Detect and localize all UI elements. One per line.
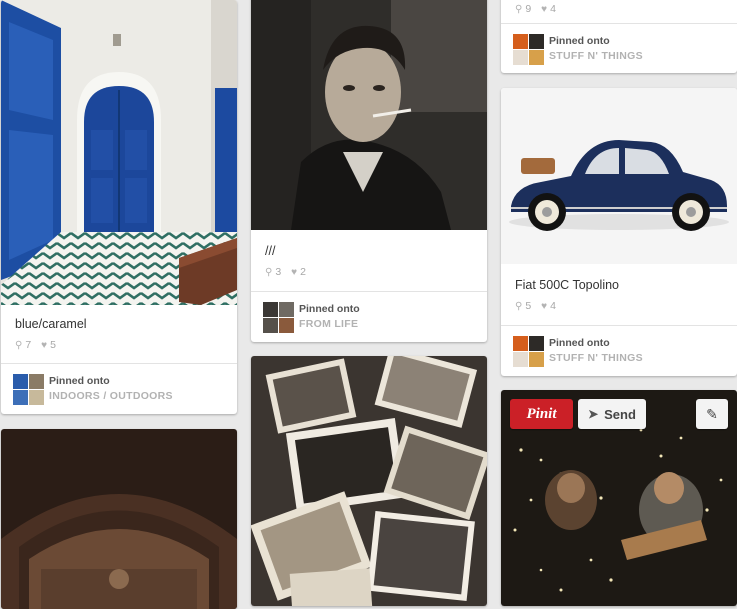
pin-card-concert[interactable]: Pinit ➤ Send ✎ (501, 390, 737, 606)
send-button[interactable]: ➤ Send (578, 399, 646, 429)
blue-door-photo (1, 0, 237, 305)
repin-count: ⚲ 3 (265, 266, 282, 278)
pin-image-stone-arch[interactable] (1, 429, 237, 609)
pushpin-icon: ⚲ (515, 3, 523, 15)
pinned-onto-label: Pinned onto (549, 35, 610, 47)
pushpin-icon: ⚲ (265, 266, 273, 278)
board-attribution[interactable]: Pinned onto STUFF N' THINGS (513, 34, 643, 65)
like-count: ♥ 4 (541, 3, 556, 15)
heart-icon: ♥ (291, 266, 298, 278)
stone-arch-photo (1, 429, 237, 609)
board-thumbnails (13, 374, 44, 405)
divider (1, 363, 237, 364)
board-attribution[interactable]: Pinned onto STUFF N' THINGS (513, 336, 643, 367)
board-thumbnails (513, 336, 544, 367)
divider (251, 291, 487, 292)
pushpin-icon: ⚲ (515, 300, 523, 312)
pin-card-arch[interactable] (1, 429, 237, 609)
pin-stats: ⚲ 9 ♥ 4 (515, 3, 556, 15)
pin-description: Fiat 500C Topolino (515, 278, 620, 292)
heart-icon: ♥ (41, 339, 48, 351)
like-count: ♥ 5 (41, 339, 56, 351)
like-count: ♥ 4 (541, 300, 556, 312)
pinned-onto-label: Pinned onto (549, 337, 610, 349)
pin-stats: ⚲ 5 ♥ 4 (515, 300, 556, 312)
repin-count: ⚲ 5 (515, 300, 532, 312)
pin-description: blue/caramel (15, 317, 87, 331)
pinit-button[interactable]: Pinit (510, 399, 573, 429)
paper-plane-icon: ➤ (588, 407, 599, 421)
board-attribution[interactable]: Pinned onto FROM LIFE (263, 302, 360, 333)
fiat-car-photo (501, 88, 737, 264)
pin-image-blue-door[interactable] (1, 0, 237, 305)
pin-stats: ⚲ 3 ♥ 2 (265, 266, 306, 278)
divider (501, 23, 737, 24)
pin-card-smoker[interactable]: /// ⚲ 3 ♥ 2 Pinned onto FROM LIFE (251, 0, 487, 342)
pencil-icon: ✎ (706, 405, 718, 422)
heart-icon: ♥ (541, 300, 548, 312)
pinned-onto-label: Pinned onto (49, 375, 110, 387)
pin-image-smoking-man[interactable] (251, 0, 487, 230)
pin-stats: ⚲ 7 ♥ 5 (15, 339, 56, 351)
board-thumbnails (513, 34, 544, 65)
board-link[interactable]: FROM LIFE (299, 317, 360, 332)
pushpin-icon: ⚲ (15, 339, 23, 351)
smoking-man-photo (251, 0, 487, 230)
board-link[interactable]: INDOORS / OUTDOORS (49, 389, 173, 404)
heart-icon: ♥ (541, 3, 548, 15)
board-attribution[interactable]: Pinned onto INDOORS / OUTDOORS (13, 374, 173, 405)
repin-count: ⚲ 7 (15, 339, 32, 351)
board-link[interactable]: STUFF N' THINGS (549, 351, 643, 366)
pin-card-photos[interactable] (251, 356, 487, 606)
pin-image-scattered-photos[interactable] (251, 356, 487, 606)
board-link[interactable]: STUFF N' THINGS (549, 49, 643, 64)
scattered-photos-image (251, 356, 487, 606)
pin-description: /// (265, 244, 276, 258)
pinned-onto-label: Pinned onto (299, 303, 360, 315)
divider (501, 325, 737, 326)
pin-card-fiat[interactable]: Fiat 500C Topolino ⚲ 5 ♥ 4 Pinned onto STU… (501, 88, 737, 376)
edit-button[interactable]: ✎ (696, 399, 728, 429)
pin-card-stuff-top[interactable]: ⚲ 9 ♥ 4 Pinned onto STUFF N' THINGS (501, 0, 737, 73)
repin-count: ⚲ 9 (515, 3, 532, 15)
like-count: ♥ 2 (291, 266, 306, 278)
pin-image-fiat-car[interactable] (501, 88, 737, 264)
pin-card-blue-caramel[interactable]: blue/caramel ⚲ 7 ♥ 5 Pinned onto INDOORS /… (1, 0, 237, 414)
board-thumbnails (263, 302, 294, 333)
